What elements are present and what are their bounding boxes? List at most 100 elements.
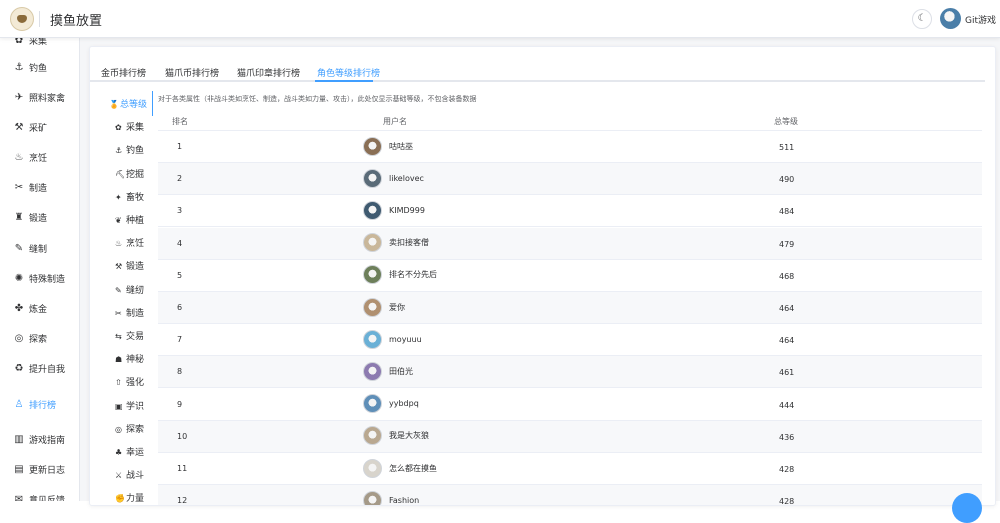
sidebar-item-label: 特殊制造 [29,274,66,285]
user-name[interactable]: Git游戏 [965,13,996,26]
table-row: 7 moyuuu 464 [158,324,982,357]
level-cell: 464 [779,336,795,346]
avatar[interactable] [363,297,382,317]
user-cell: KIMD999 [363,199,593,221]
table-row: 3 KIMD999 484 [158,195,982,228]
app-logo[interactable] [10,7,34,31]
subnav-item-label: 探索 [126,424,145,435]
subnav-item-label: 战斗 [126,471,145,482]
subnav-item-label: 种植 [126,216,145,226]
user-cell: 我是大灰狼 [363,425,593,447]
subnav-item-label: 钓鱼 [126,146,145,157]
sidebar-item-label: 烹饪 [29,153,48,164]
sidebar-item-11[interactable]: ♻ 提升自我 [0,353,79,383]
level-cell: 464 [779,304,795,313]
guide-icon: ▥ [14,433,24,445]
username: 怎么都在摸鱼 [389,463,437,473]
sidebar-item-7[interactable]: ✎ 缝制 [0,233,79,263]
level-cell: 479 [779,239,795,249]
sidebar-item-15[interactable]: ✉ 意见反馈 [0,484,79,502]
active-tab-underline [315,80,373,82]
user-cell: 卖扣接客僧 [363,232,593,254]
table-row: 4 卖扣接客僧 479 [158,227,982,260]
book-icon: ▣ [115,401,123,411]
avatar[interactable] [363,168,382,188]
avatar[interactable] [363,233,382,253]
username: likelovec [389,173,424,183]
level-cell: 428 [779,465,795,474]
table-row: 11 怎么都在摸鱼 428 [158,453,982,485]
livestock-icon: ✦ [115,192,122,202]
table-row: 8 田伯光 461 [158,356,982,389]
subnav-item-label: 幸运 [126,448,145,458]
user-cell: yybdpq [363,393,593,415]
rank-cell: 3 [177,206,183,216]
avatar[interactable] [363,361,382,381]
fight-icon: ⚔ [115,471,123,481]
gather-icon: ✿ [115,123,122,133]
changelog-icon: ▤ [14,463,24,475]
avatar[interactable] [363,329,382,349]
tab-2[interactable]: 猫爪印章排行榜 [237,66,300,79]
avatar[interactable] [363,458,382,478]
avatar[interactable] [363,490,382,505]
rank-cell: 6 [177,303,183,312]
sidebar-item-6[interactable]: ♜ 锻造 [0,202,79,232]
tab-0[interactable]: 金币排行榜 [101,66,146,79]
sidebar-item-label: 更新日志 [29,465,66,476]
sidebar-item-label: 锻造 [29,213,48,224]
sidebar-item-3[interactable]: ⚒ 采矿 [0,112,79,142]
rank-cell: 7 [177,335,183,345]
sidebar-item-13[interactable]: ▥ 游戏指南 [0,424,79,454]
sidebar-item-1[interactable]: ⚓ 钓鱼 [0,52,79,82]
sidebar-item-10[interactable]: ◎ 探索 [0,323,79,353]
sidebar-item-12[interactable]: ♙ 排行榜 [0,389,79,419]
sidebar-item-9[interactable]: ✤ 炼金 [0,293,79,323]
sidebar-item-5[interactable]: ✂ 制造 [0,172,79,202]
forging-icon: ♜ [14,211,24,223]
trade-icon: ⇆ [115,332,122,341]
poultry-icon: ✈ [14,91,24,103]
moon-icon[interactable]: ☾ [912,9,932,29]
column-header-level: 总等级 [774,117,798,126]
cooking-icon: ♨ [115,239,123,249]
sidebar-item-2[interactable]: ✈ 照料家禽 [0,82,79,112]
avatar[interactable] [940,8,961,29]
mystic-icon: ☗ [115,355,123,365]
sidebar-item-14[interactable]: ▤ 更新日志 [0,454,79,484]
sidebar-item-label: 提升自我 [29,364,66,375]
sidebar-item-label: 游戏指南 [29,435,66,446]
avatar[interactable] [363,200,382,220]
rank-cell: 9 [177,399,183,409]
avatar[interactable] [363,136,382,156]
username: yybdpq [389,399,419,409]
compass-icon: ◎ [115,424,122,434]
sidebar-item-label: 采集 [29,38,48,47]
table-row: 2 likelovec 490 [158,163,982,196]
floating-action-button[interactable] [952,493,982,523]
subnav-item-label: 锻造 [126,262,145,273]
planting-icon: ❦ [115,216,122,225]
sidebar-item-8[interactable]: ✺ 特殊制造 [0,263,79,293]
username: 爱你 [389,302,405,312]
gather-icon: ✿ [14,38,24,46]
subnav-item-label: 挖掘 [126,169,145,180]
sidebar-item-label: 采矿 [29,123,48,134]
level-cell: 468 [779,271,795,281]
rank-cell: 11 [177,464,188,473]
level-cell: 484 [779,207,795,217]
username: 排名不分先后 [389,270,437,280]
tab-3[interactable]: 角色等级排行榜 [317,66,380,79]
subnav-item-label: 缝纫 [126,285,145,296]
level-cell: 490 [779,175,795,185]
sidebar-item-4[interactable]: ♨ 烹饪 [0,142,79,172]
feedback-icon: ✉ [14,493,24,502]
avatar[interactable] [363,394,382,414]
subnav-item-label: 强化 [126,378,145,389]
tab-1[interactable]: 猫爪币排行榜 [165,66,219,79]
avatar[interactable] [363,426,382,446]
user-cell: 田伯光 [363,360,593,382]
subnav-item-label: 力量 [126,494,145,505]
avatar[interactable] [363,265,382,285]
subnav-item-0[interactable]: 🏅总等级 [109,97,159,110]
